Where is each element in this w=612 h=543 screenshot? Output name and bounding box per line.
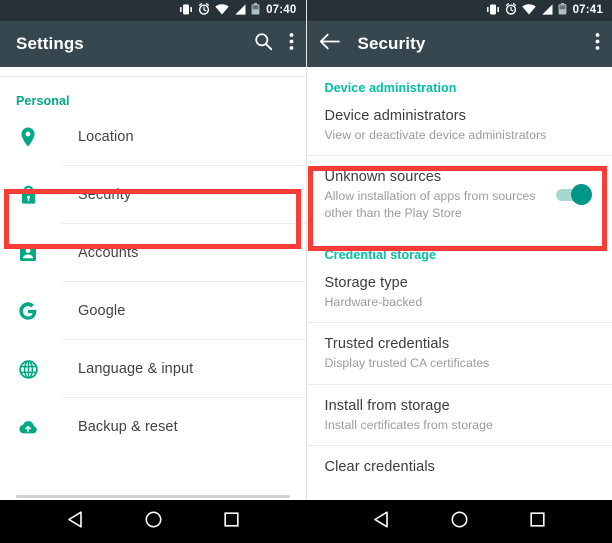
lock-icon [16,183,40,207]
sidebar-item-google[interactable]: Google [0,282,306,340]
list-item-device-administrators[interactable]: Device administrators View or deactivate… [306,95,612,157]
signal-icon [234,2,246,20]
list-item-title: Unknown sources [324,169,442,186]
status-bar-clock-right: 07:41 [572,3,603,16]
overflow-menu-icon[interactable] [595,32,600,56]
sidebar-item-label: Backup & reset [78,419,178,435]
list-item-texts: Unknown sources Allow installation of ap… [325,169,557,221]
navigation-bars [0,500,612,543]
list-item-title: Clear credentials [324,459,435,476]
list-item-trusted-credentials[interactable]: Trusted credentials Display trusted CA c… [306,323,612,385]
screenshot-root: 07:40 Settings Personal Location Securit… [0,0,612,543]
list-item-title: Device administrators [324,108,467,124]
battery-icon [558,2,567,20]
back-triangle-icon[interactable] [67,510,83,533]
signal-icon [541,2,553,20]
status-bar-icons-left [179,2,260,20]
search-icon[interactable] [254,32,273,56]
navigation-bar-right [306,500,612,543]
list-item-title: Install from storage [324,397,450,414]
back-triangle-icon[interactable] [373,510,389,533]
sidebar-item-label: Security [78,187,132,203]
home-circle-icon[interactable] [451,511,468,533]
wifi-icon [521,2,536,20]
list-item-subtitle: Hardware-backed [324,295,423,310]
list-item-install-from-storage[interactable]: Install from storage Install certificate… [306,385,612,447]
list-item-subtitle: Display trusted CA certificates [324,356,490,371]
left-phone-pane: 07:40 Settings Personal Location Securit… [0,0,307,500]
recents-square-icon[interactable] [224,511,239,532]
list-item-subtitle: Allow installation of apps from sources … [324,189,536,220]
status-bar-right: 07:41 [306,0,612,21]
list-item-title: Trusted credentials [324,336,450,353]
list-item-subtitle: Install certificates from storage [324,417,493,432]
list-item-title: Storage type [324,275,408,292]
settings-list: Personal Location Security Accounts Goog… [0,67,306,500]
section-header-device-administration: Device administration [324,81,457,95]
home-circle-icon[interactable] [145,511,162,533]
cloud-upload-icon [16,415,40,439]
list-item-storage-type[interactable]: Storage type Hardware-backed [306,262,612,324]
sidebar-item-backup-reset[interactable]: Backup & reset [0,398,306,456]
sidebar-item-security[interactable]: Security [0,166,306,224]
sidebar-item-label: Accounts [78,245,139,261]
recents-square-icon[interactable] [530,511,545,532]
vibrate-icon [486,2,500,20]
security-list: Device administration Device administrat… [306,67,612,500]
sidebar-item-accounts[interactable]: Accounts [0,224,306,282]
back-arrow-icon[interactable] [319,33,340,55]
overflow-menu-icon[interactable] [289,32,294,56]
globe-icon [16,357,40,381]
unknown-sources-toggle[interactable] [556,184,592,206]
vibrate-icon [179,2,193,20]
battery-icon [251,2,260,20]
app-bar-left: Settings [0,21,306,67]
scroll-indicator[interactable] [16,495,290,498]
sidebar-item-location[interactable]: Location [0,108,306,166]
list-item-unknown-sources[interactable]: Unknown sources Allow installation of ap… [307,156,612,234]
right-phone-pane: 07:41 Security Device administration Dev… [306,0,612,500]
section-header-credential-storage: Credential storage [324,248,437,263]
account-badge-icon [16,241,40,265]
app-bar-title-security: Security [357,34,426,53]
app-bar-actions-right [595,32,600,56]
app-bar-actions-left [254,32,294,56]
wifi-icon [215,2,229,20]
list-item-subtitle: View or deactivate device administrators [324,128,547,142]
alarm-icon [505,2,517,20]
sidebar-item-label: Google [78,303,126,319]
sidebar-item-language-input[interactable]: Language & input [0,340,306,398]
section-header-personal: Personal [16,94,70,108]
alarm-icon [198,2,210,20]
sidebar-item-label: Language & input [78,361,194,377]
status-bar-clock-left: 07:40 [266,3,297,16]
location-pin-icon [16,125,40,149]
navigation-bar-left [0,500,306,543]
status-bar-left: 07:40 [0,0,306,21]
app-bar-title-settings: Settings [16,34,84,53]
toggle-thumb [571,184,592,206]
status-bar-icons-right [486,2,567,20]
dual-phone-panes: 07:40 Settings Personal Location Securit… [0,0,612,500]
google-g-icon [16,299,40,323]
sidebar-item-label: Location [78,129,134,145]
list-item-clear-credentials[interactable]: Clear credentials [307,446,612,488]
app-bar-right: Security [306,21,612,67]
